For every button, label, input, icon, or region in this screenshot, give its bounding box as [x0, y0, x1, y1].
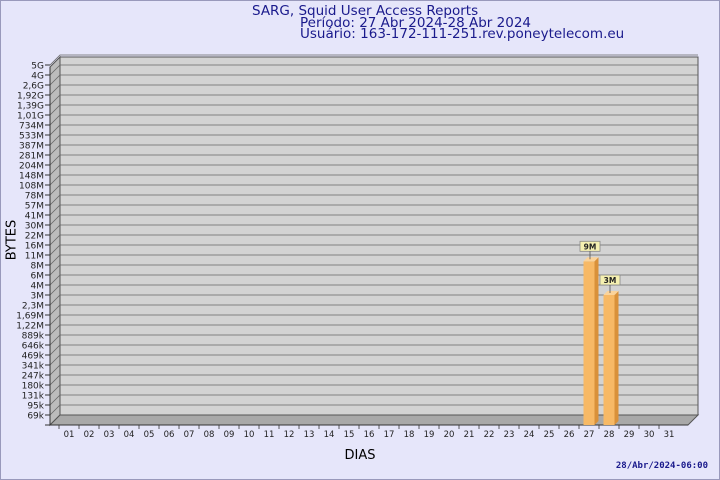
- y-tick-label: 1,01G: [17, 112, 44, 122]
- x-tick-label: 30: [644, 430, 655, 440]
- x-tick-label: 17: [384, 430, 395, 440]
- data-label: 9M: [584, 242, 597, 251]
- x-tick-label: 29: [624, 430, 635, 440]
- y-tick-label: 16M: [25, 242, 44, 252]
- y-tick-label: 108M: [19, 182, 44, 192]
- y-tick-label: 1,69M: [16, 312, 44, 322]
- y-tick-label: 3M: [31, 292, 45, 302]
- y-tick-label: 341k: [22, 362, 45, 372]
- y-tick-label: 734M: [19, 122, 44, 132]
- y-tick-label: 1,22M: [16, 322, 44, 332]
- x-tick-label: 10: [244, 430, 255, 440]
- x-tick-label: 05: [144, 430, 155, 440]
- y-tick-label: 8M: [31, 262, 45, 272]
- x-tick-label: 16: [364, 430, 375, 440]
- x-tick-label: 12: [284, 430, 295, 440]
- y-tick-label: 57M: [25, 202, 44, 212]
- x-tick-label: 27: [584, 430, 595, 440]
- y-tick-label: 6M: [31, 272, 45, 282]
- y-tick-label: 1,92G: [17, 92, 44, 102]
- bar: [603, 295, 615, 425]
- y-tick-label: 469k: [22, 352, 45, 362]
- y-tick-label: 204M: [19, 162, 44, 172]
- x-tick-label: 04: [124, 430, 135, 440]
- x-axis-label: DIAS: [344, 448, 376, 463]
- y-tick-label: 281M: [19, 152, 44, 162]
- x-tick-label: 22: [484, 430, 495, 440]
- bar-side: [614, 291, 619, 425]
- x-tick-label: 01: [64, 430, 75, 440]
- x-tick-label: 06: [164, 430, 175, 440]
- y-tick-label: 5G: [31, 62, 44, 72]
- plot-back-wall: [59, 56, 699, 416]
- y-tick-label: 95k: [27, 402, 44, 412]
- x-tick-label: 07: [184, 430, 195, 440]
- x-tick-label: 31: [664, 430, 675, 440]
- y-tick-label: 4G: [31, 72, 44, 82]
- x-tick-label: 09: [224, 430, 235, 440]
- y-tick-label: 533M: [19, 132, 44, 142]
- y-tick-label: 22M: [25, 232, 44, 242]
- x-tick-label: 18: [404, 430, 415, 440]
- y-tick-label: 69k: [27, 412, 44, 422]
- y-tick-label: 1,39G: [17, 102, 44, 112]
- x-tick-label: 11: [264, 430, 275, 440]
- bar-chart: 5G4G2,6G1,92G1,39G1,01G734M533M387M281M2…: [16, 54, 700, 440]
- bar: [583, 261, 595, 425]
- x-tick-label: 19: [424, 430, 435, 440]
- plot-floor: [48, 414, 700, 426]
- report-timestamp: 28/Abr/2024-06:00: [615, 461, 708, 471]
- x-tick-label: 15: [344, 430, 355, 440]
- y-tick-label: 78M: [25, 192, 44, 202]
- y-tick-label: 131k: [22, 392, 45, 402]
- y-tick-label: 41M: [25, 212, 44, 222]
- bar-side: [594, 257, 599, 425]
- x-tick-label: 08: [204, 430, 215, 440]
- y-tick-label: 247k: [22, 372, 45, 382]
- x-tick-label: 03: [104, 430, 115, 440]
- y-tick-label: 387M: [19, 142, 44, 152]
- x-tick-label: 24: [524, 430, 535, 440]
- y-tick-label: 646k: [22, 342, 45, 352]
- y-tick-label: 2,6G: [23, 82, 44, 92]
- x-tick-label: 20: [444, 430, 455, 440]
- x-tick-label: 14: [324, 430, 335, 440]
- x-tick-label: 21: [464, 430, 475, 440]
- y-tick-label: 148M: [19, 172, 44, 182]
- x-tick-label: 02: [84, 430, 95, 440]
- x-tick-label: 25: [544, 430, 555, 440]
- y-tick-label: 889k: [22, 332, 45, 342]
- y-tick-label: 11M: [25, 252, 44, 262]
- x-tick-label: 28: [604, 430, 615, 440]
- x-tick-label: 13: [304, 430, 315, 440]
- y-tick-label: 30M: [25, 222, 44, 232]
- y-tick-label: 2,3M: [22, 302, 44, 312]
- y-axis-label: BYTES: [4, 219, 20, 261]
- x-tick-label: 26: [564, 430, 575, 440]
- y-tick-label: 4M: [31, 282, 45, 292]
- data-label: 3M: [604, 276, 617, 285]
- x-tick-label: 23: [504, 430, 515, 440]
- y-tick-label: 180k: [22, 382, 45, 392]
